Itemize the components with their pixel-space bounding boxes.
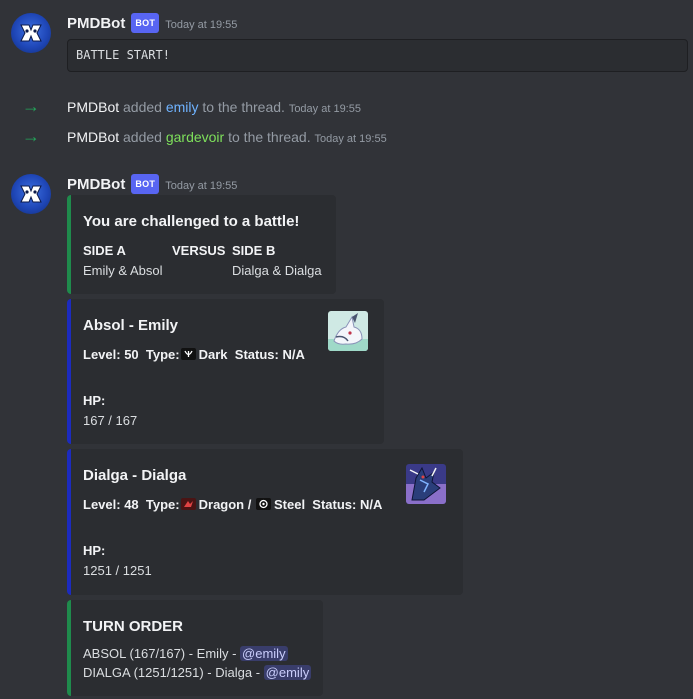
- dialga-sprite[interactable]: [406, 464, 446, 504]
- system-verb: added: [123, 129, 162, 145]
- code-block: BATTLE START!: [67, 39, 688, 72]
- type-value: Steel: [273, 497, 306, 512]
- embed-title: You are challenged to a battle!: [83, 213, 300, 230]
- type-value: Dragon /: [198, 497, 252, 512]
- type-label: Type:: [145, 497, 180, 512]
- pmdbot-avatar-icon: [20, 24, 42, 42]
- turn-order-line: ABSOL (167/167) - Emily - @emily: [83, 646, 288, 661]
- status-label: Status:: [234, 347, 279, 362]
- system-message: →: [22, 126, 40, 147]
- arrow-right-icon: →: [22, 96, 40, 116]
- level-value: 50: [124, 347, 139, 362]
- bot-badge: BOT: [131, 174, 160, 194]
- dragon-type-icon: [180, 498, 196, 510]
- field-name: SIDE B: [232, 243, 276, 258]
- status-label: Status:: [312, 497, 357, 512]
- username[interactable]: PMDBot: [67, 15, 125, 32]
- absol-embed: Absol - Emily Level: 50 Type: Dark Status…: [67, 299, 384, 444]
- field-value: Emily & Absol: [83, 263, 163, 278]
- system-timestamp[interactable]: Today at 19:55: [315, 133, 387, 145]
- added-user[interactable]: gardevoir: [166, 129, 224, 145]
- timestamp[interactable]: Today at 19:55: [165, 180, 237, 192]
- type-label: Type:: [145, 347, 180, 362]
- hp-label: HP:: [83, 543, 106, 558]
- bot-badge: BOT: [131, 13, 160, 33]
- timestamp[interactable]: Today at 19:55: [165, 19, 237, 31]
- turn-entry-text: DIALGA (1251/1251) - Dialga -: [83, 665, 261, 680]
- bot-avatar[interactable]: [11, 13, 51, 53]
- level-label: Level:: [83, 347, 121, 362]
- stats-line: Level: 48 Type: Dragon / Steel Status: N/…: [83, 497, 382, 512]
- field-name: SIDE A: [83, 243, 126, 258]
- turn-order-line: DIALGA (1251/1251) - Dialga - @emily: [83, 665, 312, 680]
- system-timestamp[interactable]: Today at 19:55: [289, 103, 361, 115]
- stats-line: Level: 50 Type: Dark Status: N/A: [83, 347, 305, 362]
- username[interactable]: PMDBot: [67, 176, 125, 193]
- system-actor[interactable]: PMDBot: [67, 129, 119, 145]
- challenge-embed: You are challenged to a battle! SIDE A V…: [67, 195, 336, 294]
- system-verb: added: [123, 99, 162, 115]
- field-value: Dialga & Dialga: [232, 263, 322, 278]
- hp-label: HP:: [83, 393, 106, 408]
- code-text: BATTLE START!: [76, 48, 170, 62]
- embed-title: TURN ORDER: [83, 618, 183, 635]
- user-mention[interactable]: @emily: [263, 665, 312, 680]
- embed-title: Absol - Emily: [83, 317, 179, 334]
- dialga-embed: Dialga - Dialga Level: 48 Type: Dragon / …: [67, 449, 463, 595]
- bot-avatar[interactable]: [11, 174, 51, 214]
- absol-sprite[interactable]: [328, 311, 368, 351]
- turn-order-embed: TURN ORDER ABSOL (167/167) - Emily - @em…: [67, 600, 323, 696]
- status-value: N/A: [282, 347, 305, 362]
- system-message-text: PMDBot added gardevoir to the thread. To…: [67, 128, 387, 148]
- level-value: 48: [124, 497, 139, 512]
- pmdbot-avatar-icon: [20, 185, 42, 203]
- message-header: PMDBot BOT Today at 19:55: [67, 13, 237, 34]
- user-mention[interactable]: @emily: [240, 646, 288, 661]
- system-rest: to the thread.: [228, 129, 311, 145]
- added-user[interactable]: emily: [166, 99, 199, 115]
- arrow-right-icon: →: [22, 126, 40, 146]
- turn-entry-text: ABSOL (167/167) - Emily -: [83, 646, 237, 661]
- status-value: N/A: [359, 497, 383, 512]
- message-header: PMDBot BOT Today at 19:55: [67, 174, 237, 195]
- hp-value: 167 / 167: [83, 413, 138, 428]
- steel-type-icon: [255, 498, 271, 510]
- level-label: Level:: [83, 497, 121, 512]
- field-name: VERSUS: [172, 243, 226, 258]
- dark-type-icon: [180, 348, 196, 360]
- hp-value: 1251 / 1251: [83, 563, 152, 578]
- type-value: Dark: [198, 347, 228, 362]
- system-message: →: [22, 96, 40, 117]
- system-rest: to the thread.: [202, 99, 285, 115]
- system-message-text: PMDBot added emily to the thread. Today …: [67, 98, 361, 118]
- system-actor[interactable]: PMDBot: [67, 99, 119, 115]
- embed-title: Dialga - Dialga: [83, 467, 187, 484]
